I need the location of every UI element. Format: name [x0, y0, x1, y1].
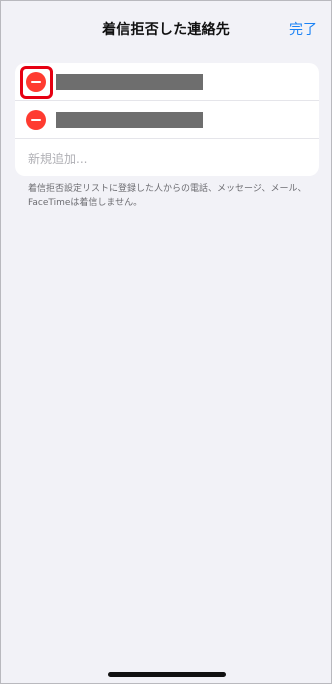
home-indicator: [108, 672, 226, 677]
screen: 着信拒否した連絡先 完了 新規追加... 着信拒否設定リストに登録した人からの電…: [0, 0, 332, 684]
page-title: 着信拒否した連絡先: [102, 22, 230, 38]
minus-bar: [31, 119, 41, 121]
contact-name-redacted: [56, 74, 203, 90]
blocked-contact-row: [15, 63, 319, 101]
add-new-row[interactable]: 新規追加...: [15, 139, 319, 176]
minus-circle-icon[interactable]: [26, 72, 46, 92]
blocked-contacts-list: 新規追加...: [15, 63, 319, 176]
contact-name-redacted: [56, 112, 203, 128]
add-new-label: 新規追加...: [28, 152, 88, 166]
blocked-contact-row: [15, 101, 319, 139]
footer-note: 着信拒否設定リストに登録した人からの電話、メッセージ、メール、FaceTimeは…: [28, 184, 307, 208]
done-button[interactable]: 完了: [289, 19, 317, 39]
navigation-bar: 着信拒否した連絡先 完了: [1, 1, 331, 57]
minus-bar: [31, 81, 41, 83]
minus-circle-icon[interactable]: [26, 110, 46, 130]
